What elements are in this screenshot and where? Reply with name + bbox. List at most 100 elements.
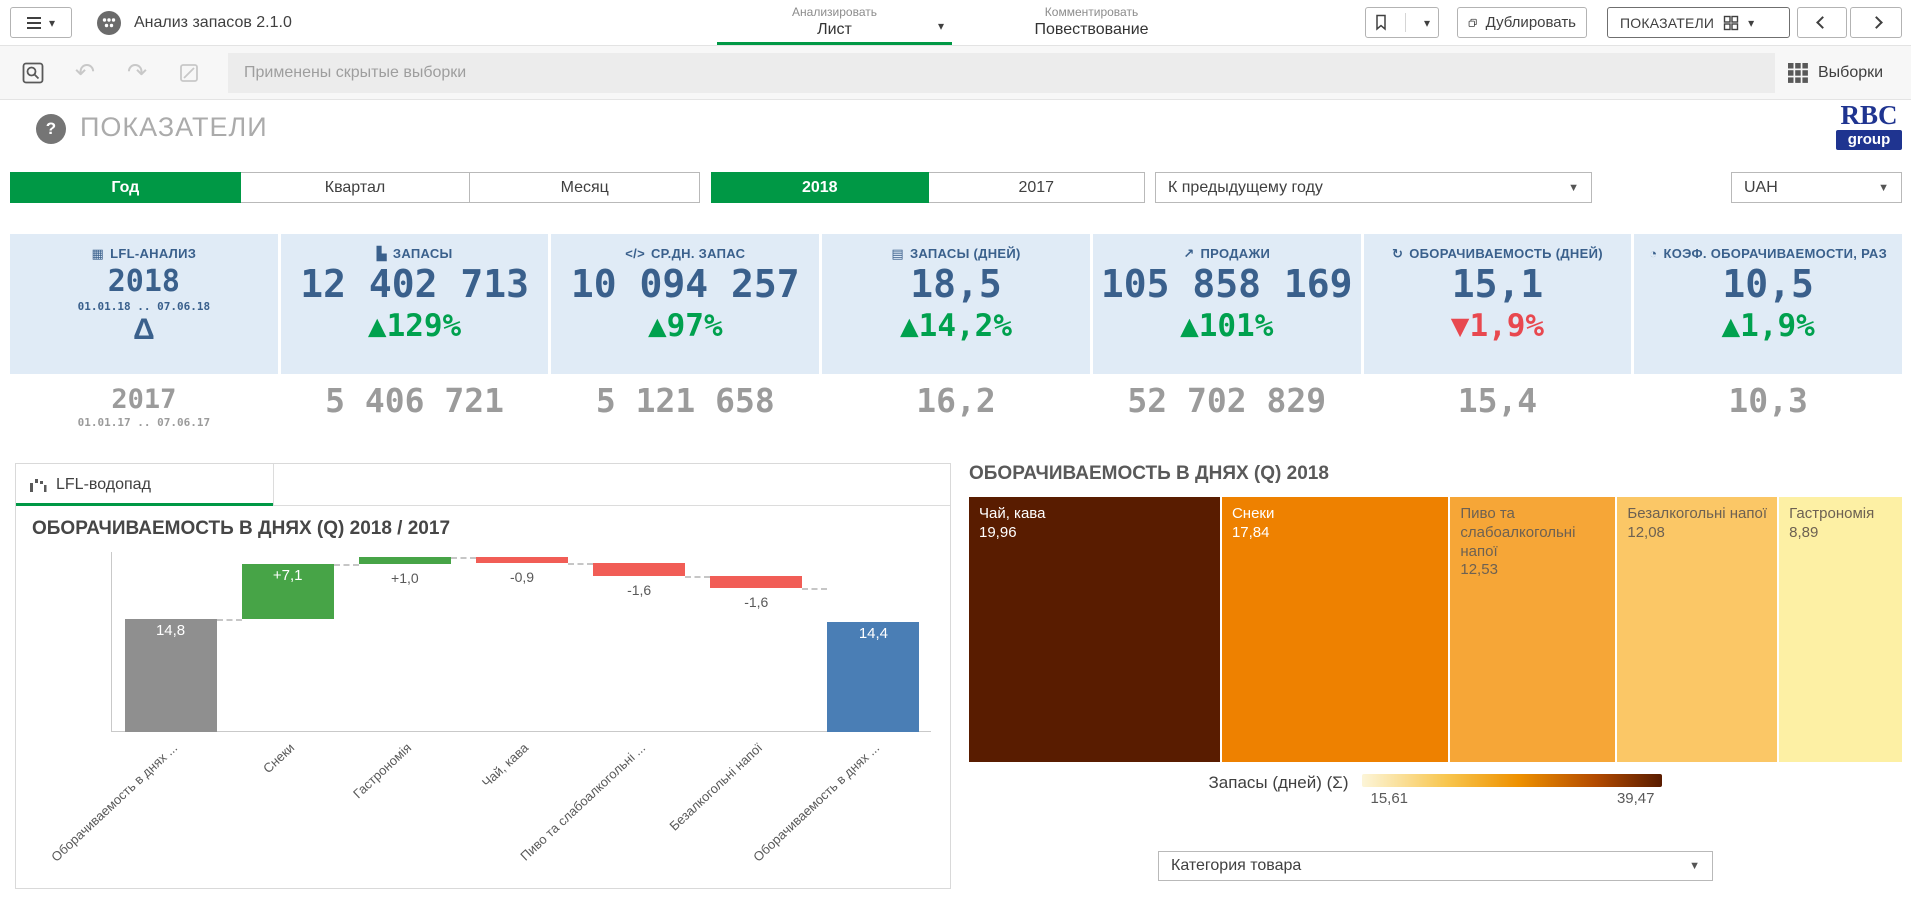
- waterfall-x-label: Оборачиваемость в днях ...: [750, 740, 883, 865]
- waterfall-bar[interactable]: 14,8: [124, 618, 217, 732]
- currency-dropdown-value: UAH: [1744, 178, 1778, 196]
- filter-button-2017[interactable]: 2017: [927, 172, 1145, 203]
- waterfall-connector: [333, 564, 359, 567]
- treemap-block-label: Гастрономія: [1789, 505, 1875, 522]
- nav-analyze-caption: Анализировать: [792, 4, 877, 19]
- waterfall-connector: [450, 556, 476, 559]
- rbc-group-logo: RBC group: [1836, 102, 1902, 150]
- kpi-label: ПРОДАЖИ: [1200, 246, 1271, 261]
- waterfall-connector: [216, 618, 242, 621]
- turnover-ratio-icon: ◔: [1649, 246, 1658, 261]
- treemap-block[interactable]: Пиво та слабоалкогольні напої 12,53: [1450, 497, 1616, 762]
- kpi-previous-value: 16,2: [916, 381, 996, 420]
- year-button-group: 2018 2017: [711, 172, 1145, 203]
- kpi-header: ▤ ЗАПАСЫ (ДНЕЙ): [891, 246, 1020, 261]
- waterfall-chart-title: ОБОРАЧИВАЕМОСТЬ В ДНЯХ (Q) 2018 / 2017: [32, 518, 451, 539]
- kpi-header: ↻ ОБОРАЧИВАЕМОСТЬ (ДНЕЙ): [1392, 246, 1603, 261]
- waterfall-bar[interactable]: [710, 575, 803, 588]
- sheet-selector-label: ПОКАЗАТЕЛИ: [1620, 14, 1715, 31]
- kpi-card: ↻ ОБОРАЧИВАЕМОСТЬ (ДНЕЙ) 15,1 ▼1,9% 15,4: [1363, 234, 1632, 440]
- next-sheet-button[interactable]: [1850, 7, 1902, 38]
- duplicate-icon: [1468, 18, 1477, 27]
- sheet-selector-button[interactable]: ПОКАЗАТЕЛИ ▾: [1607, 7, 1790, 38]
- waterfall-bar[interactable]: +7,1: [241, 564, 334, 619]
- topnav: Анализировать Лист ▾ Комментировать Пове…: [717, 0, 1199, 45]
- chevron-down-icon: ▾: [937, 19, 944, 33]
- kpi-card: ◔ КОЭФ. ОБОРАЧИВАЕМОСТИ, РАЗ 10,5 ▲1,9% …: [1634, 234, 1903, 440]
- help-button[interactable]: ?: [36, 114, 66, 144]
- kpi-previous-period: 01.01.17 .. 07.06.17: [77, 416, 211, 430]
- waterfall-bar[interactable]: [593, 563, 686, 576]
- previous-sheet-button[interactable]: [1797, 7, 1847, 38]
- kpi-card: ▙ ЗАПАСЫ 12 402 713 ▲129% 5 406 721: [280, 234, 549, 440]
- selections-toolbar: ↶ ↷ Применены скрытые выборки Выборки: [0, 46, 1911, 100]
- waterfall-x-label: Гастрономія: [349, 740, 415, 802]
- legend-label: Запасы (дней) (Σ): [1208, 773, 1349, 792]
- nav-storytelling-caption: Комментировать: [1044, 4, 1139, 19]
- kpi-current-period: 01.01.18 .. 07.06.18: [77, 299, 211, 313]
- kpi-header: </> СР.ДН. ЗАПАС: [625, 246, 745, 261]
- undo-button[interactable]: ↶: [66, 54, 104, 92]
- waterfall-panel: LFL-водопад ОБОРАЧИВАЕМОСТЬ В ДНЯХ (Q) 2…: [15, 463, 951, 889]
- app-title: Анализ запасов 2.1.0: [134, 14, 292, 31]
- waterfall-x-label: Снеки: [259, 740, 297, 777]
- compare-dropdown[interactable]: К предыдущему году ▼: [1155, 172, 1592, 203]
- filter-button-год[interactable]: Год: [10, 172, 241, 203]
- nav-analyze-label: Лист: [817, 20, 852, 38]
- kpi-card-top: ↻ ОБОРАЧИВАЕМОСТЬ (ДНЕЙ) 15,1 ▼1,9%: [1363, 234, 1632, 374]
- kpi-card: ▦ LFL-АНАЛИЗ 2018 01.01.18 .. 07.06.18 Δ…: [10, 234, 278, 440]
- waterfall-connector: [802, 588, 828, 590]
- duplicate-button[interactable]: Дублировать: [1457, 7, 1587, 38]
- treemap-title: ОБОРАЧИВАЕМОСТЬ В ДНЯХ (Q) 2018: [969, 463, 1329, 484]
- waterfall-bar[interactable]: [476, 556, 568, 564]
- nav-analyze-sheet[interactable]: Анализировать Лист ▾: [717, 0, 952, 45]
- waterfall-bar[interactable]: 14,4: [827, 621, 920, 732]
- waterfall-x-label: Пиво та слабоалкогольні ...: [517, 740, 649, 864]
- selections-tool-toggle[interactable]: Выборки: [1788, 46, 1883, 100]
- kpi-card: ▤ ЗАПАСЫ (ДНЕЙ) 18,5 ▲14,2% 16,2: [822, 234, 1090, 440]
- nav-storytelling[interactable]: Комментировать Повествование: [984, 0, 1199, 45]
- filter-button-месяц[interactable]: Месяц: [469, 172, 701, 203]
- smart-search-button[interactable]: [14, 54, 52, 92]
- treemap-block-value: 8,89: [1789, 523, 1819, 541]
- kpi-header: ↗ ПРОДАЖИ: [1183, 246, 1270, 261]
- filter-button-квартал[interactable]: Квартал: [239, 172, 471, 203]
- category-dropdown[interactable]: Категория товара ▼: [1158, 851, 1713, 881]
- clear-selections-button[interactable]: [170, 54, 208, 92]
- global-menu-button[interactable]: ▾: [10, 7, 72, 38]
- question-icon: ?: [45, 119, 57, 138]
- kpi-label: КОЭФ. ОБОРАЧИВАЕМОСТИ, РАЗ: [1663, 246, 1888, 261]
- kpi-current-value: 18,5: [910, 262, 1002, 306]
- treemap-block-value: 12,08: [1627, 523, 1665, 541]
- sheet-grid-icon: [1723, 15, 1739, 30]
- selections-bar: Применены скрытые выборки: [228, 53, 1775, 93]
- sheet-title: ПОКАЗАТЕЛИ: [80, 112, 268, 142]
- chevron-down-icon: ▾: [48, 15, 56, 30]
- treemap-block[interactable]: Безалкогольні напої 12,08: [1617, 497, 1778, 762]
- kpi-label: ЗАПАСЫ: [392, 246, 453, 261]
- stock-icon: ▙: [376, 246, 387, 261]
- redo-button[interactable]: ↷: [118, 54, 156, 92]
- treemap-block[interactable]: Гастрономія 8,89: [1779, 497, 1902, 762]
- currency-dropdown[interactable]: UAH ▼: [1731, 172, 1902, 203]
- bookmarks-button[interactable]: ▾: [1365, 7, 1439, 38]
- kpi-change: ▲101%: [1180, 307, 1274, 344]
- qlik-dashboard: ▾ Анализ запасов 2.1.0 Анализировать Лис…: [0, 0, 1911, 897]
- logo-text-top: RBC: [1840, 100, 1898, 130]
- kpi-label: LFL-АНАЛИЗ: [110, 246, 197, 261]
- kpi-previous-value: 5 406 721: [325, 381, 504, 420]
- sales-icon: ↗: [1183, 246, 1195, 261]
- filter-button-2018[interactable]: 2018: [711, 172, 929, 203]
- hamburger-icon: [26, 16, 41, 29]
- treemap-block[interactable]: Снеки 17,84: [1221, 497, 1449, 762]
- waterfall-bar-label: -1,6: [744, 594, 769, 610]
- tab-lfl-waterfall[interactable]: LFL-водопад: [16, 464, 274, 506]
- kpi-card-top: ▙ ЗАПАСЫ 12 402 713 ▲129%: [280, 234, 549, 374]
- legend-gradient-wrap: 15,61 39,47: [1362, 774, 1663, 807]
- treemap-block[interactable]: Чай, кава 19,96: [969, 497, 1220, 762]
- legend-min-value: 15,61: [1370, 790, 1409, 807]
- clear-selections-icon: [180, 64, 198, 82]
- chevron-down-icon: ▼: [1568, 181, 1579, 194]
- waterfall-bar[interactable]: [358, 556, 451, 565]
- kpi-previous-value: 15,4: [1457, 381, 1538, 420]
